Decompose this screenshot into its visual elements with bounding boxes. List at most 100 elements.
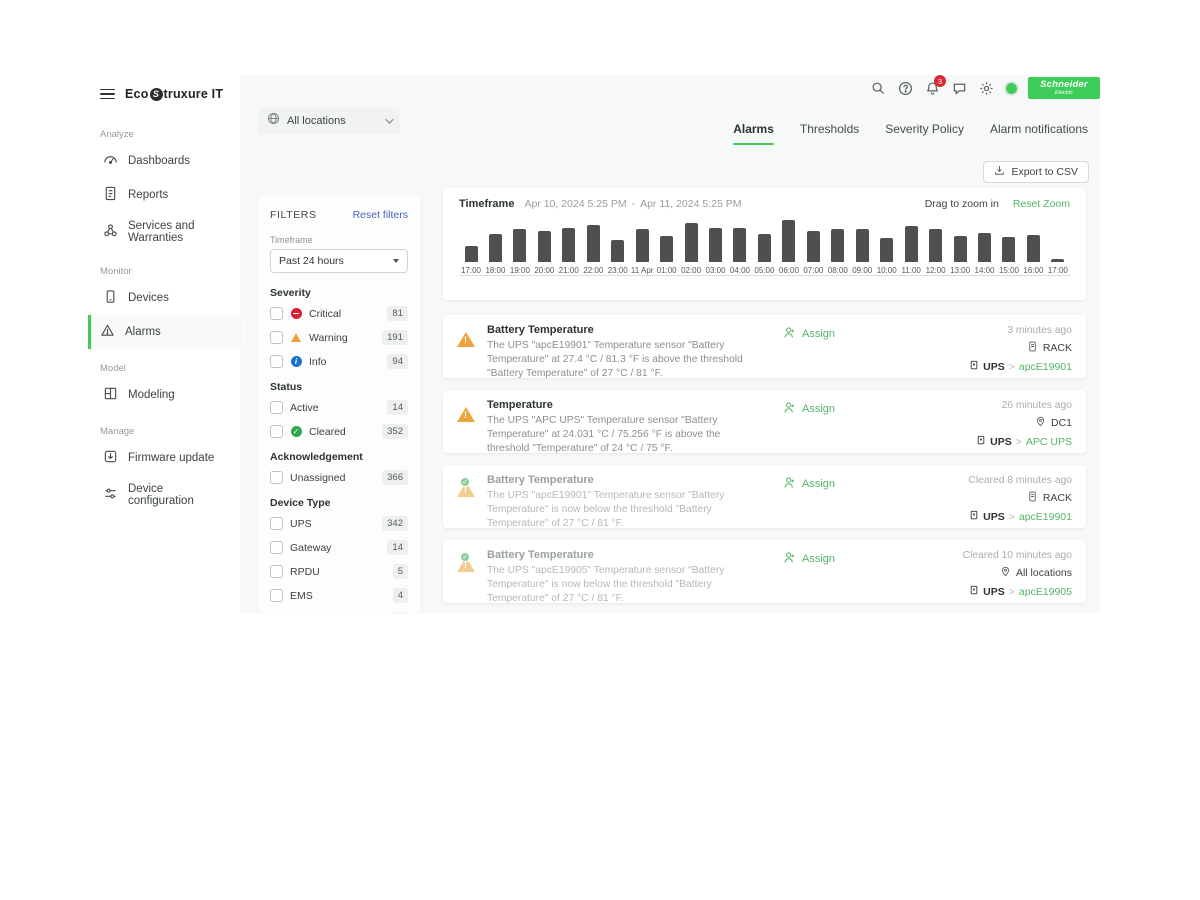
chart-bar[interactable] (1027, 235, 1040, 262)
chart-bar[interactable] (611, 240, 624, 262)
location-dropdown[interactable]: All locations (258, 108, 400, 134)
section-title: Manage (88, 418, 241, 441)
chart-bar[interactable] (733, 228, 746, 262)
filter-group-severity: Severity Critical 81 Warning 191 i Info … (270, 287, 408, 369)
assign-button[interactable]: Assign (783, 476, 835, 492)
tab-alarm-notifications[interactable]: Alarm notifications (990, 122, 1088, 145)
chart-bar[interactable] (660, 236, 673, 262)
filter-option-label: Cleared (309, 426, 375, 438)
alarm-description: The UPS "apcE19901" Temperature sensor "… (487, 339, 765, 382)
sidebar-item-devices[interactable]: Devices (88, 281, 241, 315)
chart-tick-label: 15:00 (999, 266, 1019, 275)
chart-bar[interactable] (1051, 259, 1064, 262)
tab-alarms[interactable]: Alarms (733, 122, 774, 145)
chart-bar[interactable] (636, 229, 649, 262)
cleared-checkbox[interactable] (270, 425, 283, 438)
timeframe-select-value: Past 24 hours (279, 255, 344, 267)
chart-tick-label: 20:00 (534, 266, 554, 275)
unassigned-checkbox[interactable] (270, 471, 283, 484)
sidebar-item-modeling[interactable]: Modeling (88, 378, 241, 412)
alarm-row-cleared[interactable]: ✓ Battery Temperature The UPS "apcE19905… (443, 540, 1086, 603)
export-to-csv-button[interactable]: Export to CSV (983, 161, 1089, 183)
search-icon[interactable] (869, 79, 887, 97)
chart-bar[interactable] (587, 225, 600, 262)
user-avatar[interactable] (1004, 81, 1019, 96)
device-link[interactable]: apcE19901 (1019, 361, 1072, 373)
alarm-device-breadcrumb: UPS > apcE19905 (969, 585, 1072, 598)
device-link[interactable]: APC UPS (1026, 436, 1072, 448)
chart-bar[interactable] (831, 229, 844, 262)
sidebar-item-firmware-update[interactable]: Firmware update (88, 441, 241, 475)
filter-group-acknowledgement: Acknowledgement Unassigned 366 (270, 451, 408, 485)
chart-bar[interactable] (782, 220, 795, 262)
chart-bar[interactable] (465, 246, 478, 262)
sidebar-section-monitor: Monitor Devices Alarms (88, 258, 241, 349)
chart-bar[interactable] (905, 226, 918, 262)
critical-checkbox[interactable] (270, 307, 283, 320)
alarm-title: Battery Temperature (487, 324, 765, 336)
device-link[interactable]: apcE19901 (1019, 511, 1072, 523)
tab-thresholds[interactable]: Thresholds (800, 122, 859, 145)
chart-bar[interactable] (978, 233, 991, 262)
chart-bar[interactable] (489, 234, 502, 262)
alarm-device-breadcrumb: UPS > apcE19901 (969, 510, 1072, 523)
ups-checkbox[interactable] (270, 517, 283, 530)
sidebar-item-services-and-warranties[interactable]: Services and Warranties (88, 212, 241, 252)
reset-zoom-link[interactable]: Reset Zoom (1013, 198, 1070, 210)
chart-tick-label: 19:00 (510, 266, 530, 275)
assign-button[interactable]: Assign (783, 401, 835, 417)
chart-bar[interactable] (954, 236, 967, 262)
chart-tick-label: 21:00 (559, 266, 579, 275)
chart-bar[interactable] (758, 234, 771, 262)
alarm-description: The UPS "APC UPS" Temperature sensor "Ba… (487, 414, 765, 457)
alarm-row-cleared[interactable]: ✓ Battery Temperature The UPS "apcE19901… (443, 465, 1086, 528)
sidebar-item-alarms[interactable]: Alarms (88, 315, 241, 349)
timeframe-select[interactable]: Past 24 hours (270, 249, 408, 273)
gateway-checkbox[interactable] (270, 541, 283, 554)
chevron-down-icon (385, 115, 393, 123)
timeframe-label: Timeframe (270, 235, 408, 245)
chart-bar[interactable] (856, 229, 869, 262)
filter-count: 81 (387, 306, 408, 321)
settings-icon[interactable] (977, 79, 995, 97)
chart-bar[interactable] (685, 223, 698, 262)
sidebar-item-reports[interactable]: Reports (88, 178, 241, 212)
chart-bar[interactable] (709, 228, 722, 262)
sidebar-item-dashboards[interactable]: Dashboards (88, 144, 241, 178)
warning-checkbox[interactable] (270, 331, 283, 344)
filter-count: 4 (393, 588, 408, 603)
schneider-electric-logo[interactable]: Schneider Electric (1028, 77, 1100, 99)
reset-filters-link[interactable]: Reset filters (353, 209, 408, 221)
alarm-histogram[interactable]: 17:0018:0019:0020:0021:0022:0023:0011 Ap… (459, 218, 1070, 276)
filter-option-label: Critical (309, 308, 380, 320)
menu-icon[interactable] (100, 89, 115, 100)
ems-checkbox[interactable] (270, 589, 283, 602)
alarm-row[interactable]: Battery Temperature The UPS "apcE19901" … (443, 315, 1086, 378)
feedback-icon[interactable] (950, 79, 968, 97)
warning-triangle-icon (457, 332, 475, 347)
chart-bar[interactable] (513, 229, 526, 262)
tab-severity-policy[interactable]: Severity Policy (885, 122, 964, 145)
info-checkbox[interactable] (270, 355, 283, 368)
sidebar-item-device-configuration[interactable]: Device configuration (88, 475, 241, 515)
assign-person-icon (783, 476, 796, 492)
assign-button[interactable]: Assign (783, 551, 835, 567)
chart-bar[interactable] (929, 229, 942, 262)
device-link[interactable]: apcE19905 (1019, 586, 1072, 598)
sidebar-item-label: Modeling (128, 389, 175, 401)
filter-count: 1 (393, 612, 408, 613)
help-icon[interactable] (896, 79, 914, 97)
alarm-title: Temperature (487, 399, 765, 411)
alarm-row[interactable]: Temperature The UPS "APC UPS" Temperatur… (443, 390, 1086, 453)
breadcrumb-separator: > (1009, 361, 1015, 373)
assign-button[interactable]: Assign (783, 326, 835, 342)
chart-bar[interactable] (538, 231, 551, 262)
chart-bar[interactable] (562, 228, 575, 262)
notifications-icon[interactable]: 3 (923, 79, 941, 97)
chart-bar[interactable] (807, 231, 820, 262)
cleared-check-icon: ✓ (460, 552, 470, 562)
active-checkbox[interactable] (270, 401, 283, 414)
chart-bar[interactable] (880, 238, 893, 262)
chart-bar[interactable] (1002, 237, 1015, 262)
rpdu-checkbox[interactable] (270, 565, 283, 578)
